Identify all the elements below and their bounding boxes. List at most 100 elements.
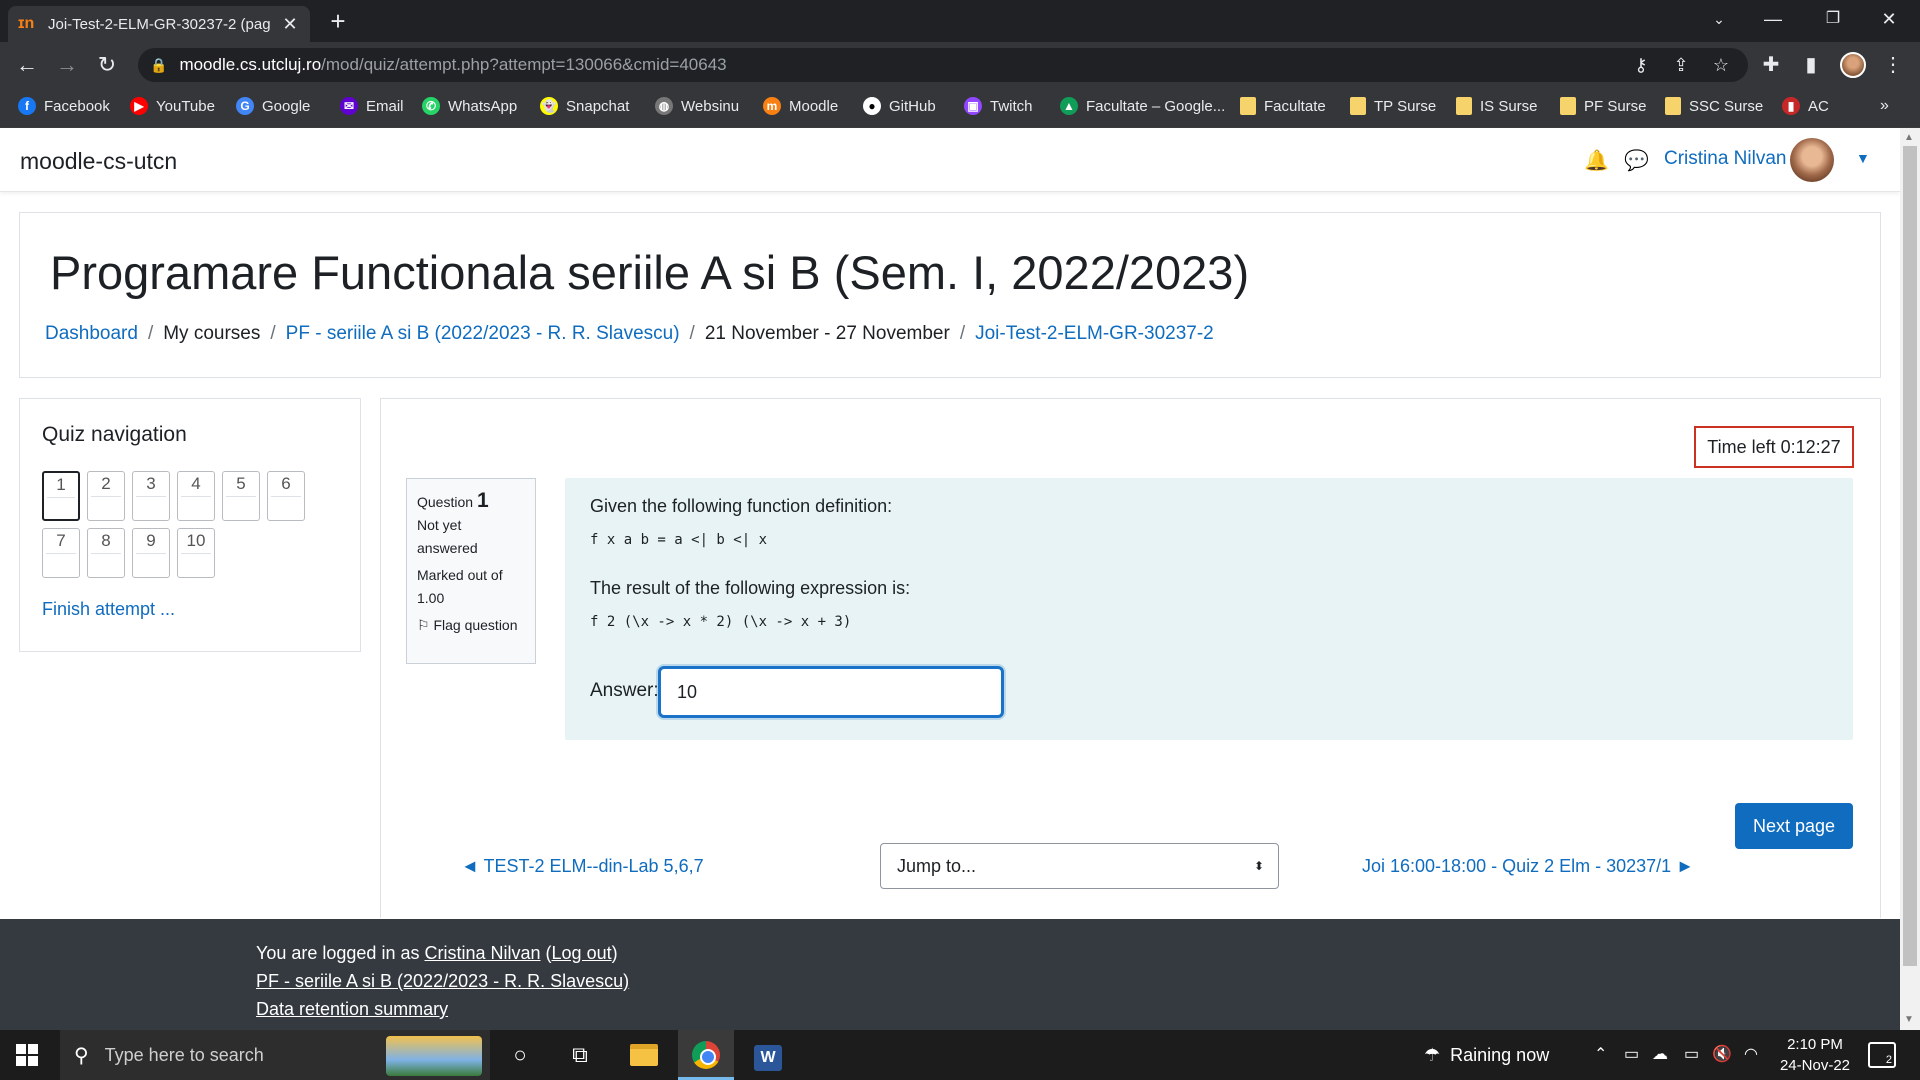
quiz-nav-question-button[interactable]: 5: [222, 471, 260, 521]
bookmark-label: Facebook: [44, 97, 110, 115]
quiz-nav-question-button[interactable]: 1: [42, 471, 80, 521]
quiz-nav-question-button[interactable]: 2: [87, 471, 125, 521]
bookmarks-overflow-icon[interactable]: »: [1880, 88, 1889, 124]
chrome-app-icon[interactable]: [678, 1030, 734, 1080]
search-icon: ⚲: [74, 1044, 89, 1067]
jump-to-select[interactable]: Jump to... ⬍: [880, 843, 1279, 889]
back-arrow-icon[interactable]: ←: [12, 50, 42, 80]
notifications-icon[interactable]: 2: [1868, 1042, 1896, 1068]
key-icon[interactable]: ⚷: [1628, 52, 1654, 78]
bookmark-item[interactable]: TP Surse: [1350, 88, 1436, 124]
tab-search-chevron-icon[interactable]: ⌄: [1696, 0, 1742, 38]
bookmark-item[interactable]: m Moodle: [763, 88, 838, 124]
footer-user-link[interactable]: Cristina Nilvan: [424, 943, 540, 963]
breadcrumb-item[interactable]: PF - seriile A si B (2022/2023 - R. R. S…: [286, 323, 680, 345]
bookmark-label: SSC Surse: [1689, 97, 1764, 115]
browser-tab[interactable]: ɪn Joi-Test-2-ELM-GR-30237-2 (pag ✕: [8, 6, 310, 42]
word-app-icon[interactable]: W: [740, 1030, 796, 1080]
footer-course-link[interactable]: PF - seriile A si B (2022/2023 - R. R. S…: [256, 971, 629, 991]
bookmark-label: YouTube: [156, 97, 215, 115]
restore-button[interactable]: ❐: [1810, 0, 1856, 38]
battery-icon[interactable]: ▭: [1684, 1030, 1699, 1080]
bookmark-item[interactable]: ◍ Websinu: [655, 88, 739, 124]
scroll-down-icon[interactable]: ▼: [1904, 1014, 1914, 1025]
quiz-nav-question-button[interactable]: 6: [267, 471, 305, 521]
scrollbar-thumb[interactable]: [1903, 146, 1917, 966]
bookmark-item[interactable]: f Facebook: [18, 88, 110, 124]
user-name[interactable]: Cristina Nilvan: [1664, 148, 1786, 170]
bookmark-item[interactable]: G Google: [236, 88, 310, 124]
scroll-up-icon[interactable]: ▲: [1904, 132, 1914, 143]
file-explorer-icon[interactable]: [616, 1030, 672, 1080]
user-menu-chevron-down-icon[interactable]: ▼: [1856, 150, 1870, 166]
taskbar-clock[interactable]: 2:10 PM 24-Nov-22: [1770, 1034, 1860, 1076]
cortana-icon[interactable]: ○: [492, 1030, 548, 1080]
bookmark-favicon-icon: ✆: [422, 97, 440, 115]
next-page-button[interactable]: Next page: [1735, 803, 1853, 849]
breadcrumb-item[interactable]: Joi-Test-2-ELM-GR-30237-2: [975, 323, 1214, 345]
address-bar[interactable]: 🔒 moodle.cs.utcluj.ro/mod/quiz/attempt.p…: [138, 48, 1748, 82]
logout-link[interactable]: Log out: [552, 943, 612, 963]
side-panel-icon[interactable]: ▮: [1796, 50, 1826, 80]
wifi-icon[interactable]: ◠: [1744, 1030, 1758, 1080]
quiz-nav-question-button[interactable]: 10: [177, 528, 215, 578]
quiz-nav-question-button[interactable]: 7: [42, 528, 80, 578]
data-retention-link[interactable]: Data retention summary: [256, 999, 448, 1019]
new-tab-button[interactable]: +: [324, 6, 352, 36]
extensions-puzzle-icon[interactable]: ✚: [1756, 50, 1786, 80]
bookmark-item[interactable]: ▲ Facultate – Google...: [1060, 88, 1225, 124]
bookmark-item[interactable]: 👻 Snapchat: [540, 88, 629, 124]
bookmark-label: Email: [366, 97, 404, 115]
notification-bell-icon[interactable]: 🔔: [1584, 148, 1609, 173]
bookmark-item[interactable]: ▮ AC: [1782, 88, 1829, 124]
question-status: Not yet answered: [417, 517, 478, 556]
bookmark-favicon-icon: ▲: [1060, 97, 1078, 115]
next-activity-link[interactable]: Joi 16:00-18:00 - Quiz 2 Elm - 30237/1 ►: [1362, 856, 1694, 877]
avatar[interactable]: [1790, 138, 1834, 182]
speaker-muted-icon[interactable]: 🔇: [1712, 1030, 1732, 1080]
reload-icon[interactable]: ↻: [92, 50, 122, 80]
bookmark-item[interactable]: ▣ Twitch: [964, 88, 1033, 124]
meet-now-icon[interactable]: ▭: [1624, 1030, 1639, 1080]
close-tab-icon[interactable]: ✕: [280, 14, 300, 35]
finish-attempt-link[interactable]: Finish attempt ...: [42, 599, 175, 620]
taskbar-search-box[interactable]: ⚲ Type here to search: [60, 1030, 490, 1080]
weather-widget[interactable]: ☂ Raining now: [1424, 1030, 1549, 1080]
footer-course-line: PF - seriile A si B (2022/2023 - R. R. S…: [256, 971, 629, 992]
minimize-button[interactable]: —: [1750, 0, 1796, 38]
bookmark-star-icon[interactable]: ☆: [1708, 52, 1734, 78]
bookmark-item[interactable]: ✉ Email: [340, 88, 404, 124]
bookmark-item[interactable]: Facultate: [1240, 88, 1326, 124]
bookmark-item[interactable]: SSC Surse: [1665, 88, 1763, 124]
breadcrumb-item[interactable]: Dashboard: [45, 323, 138, 345]
task-view-icon[interactable]: ⧉: [552, 1030, 608, 1080]
bookmark-item[interactable]: ▶ YouTube: [130, 88, 215, 124]
share-icon[interactable]: ⇪: [1668, 52, 1694, 78]
site-brand[interactable]: moodle-cs-utcn: [20, 148, 177, 175]
tray-chevron-up-icon[interactable]: ⌃: [1594, 1030, 1607, 1080]
logged-in-info: You are logged in as Cristina Nilvan (Lo…: [256, 943, 618, 963]
profile-avatar[interactable]: [1840, 52, 1866, 78]
onedrive-icon[interactable]: ☁: [1652, 1030, 1668, 1080]
bookmark-item[interactable]: ✆ WhatsApp: [422, 88, 517, 124]
bookmark-favicon-icon: ▶: [130, 97, 148, 115]
page-scrollbar[interactable]: ▲ ▼: [1900, 128, 1920, 1030]
windows-start-icon[interactable]: [16, 1044, 38, 1066]
bookmark-item[interactable]: IS Surse: [1456, 88, 1538, 124]
answer-input[interactable]: [658, 666, 1004, 718]
quiz-nav-question-button[interactable]: 4: [177, 471, 215, 521]
window-close-button[interactable]: ✕: [1866, 0, 1912, 38]
quiz-nav-question-button[interactable]: 3: [132, 471, 170, 521]
forward-arrow-icon[interactable]: →: [52, 50, 82, 80]
bookmarks-bar: f Facebook ▶ YouTube G Google ✉ Email ✆ WhatsApp 👻…: [0, 88, 1920, 128]
bookmark-favicon-icon: m: [763, 97, 781, 115]
bookmark-item[interactable]: ● GitHub: [863, 88, 936, 124]
previous-activity-link[interactable]: ◄ TEST-2 ELM--din-Lab 5,6,7: [461, 856, 704, 877]
bookmark-item[interactable]: PF Surse: [1560, 88, 1647, 124]
quiz-nav-question-button[interactable]: 8: [87, 528, 125, 578]
messages-icon[interactable]: 💬: [1624, 148, 1649, 173]
quiz-nav-question-button[interactable]: 9: [132, 528, 170, 578]
flag-question-button[interactable]: ⚐ Flag question: [417, 614, 525, 637]
chrome-menu-icon[interactable]: ⋮: [1878, 50, 1908, 80]
bookmark-favicon-icon: G: [236, 97, 254, 115]
